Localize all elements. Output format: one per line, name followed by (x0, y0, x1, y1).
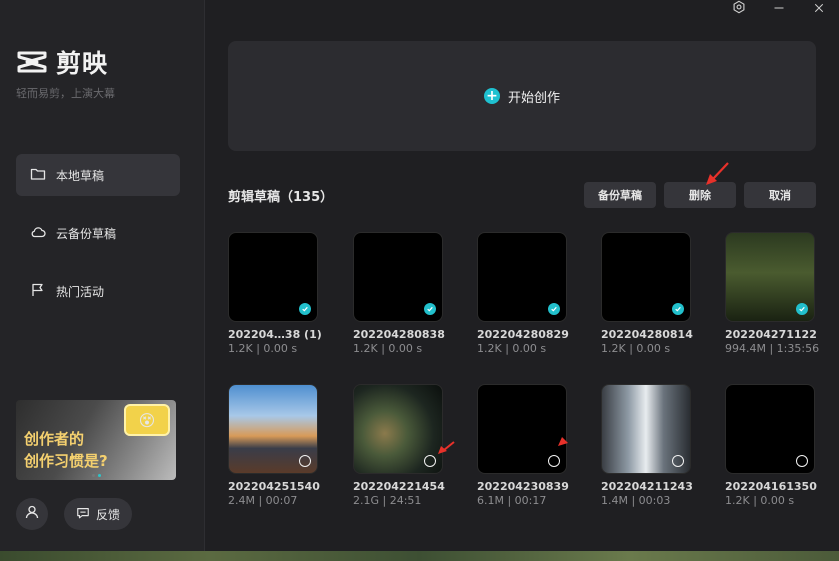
cloud-icon (30, 224, 46, 243)
draft-thumbnail[interactable] (725, 232, 815, 322)
draft-meta: 994.4M | 1:35:56 (725, 342, 820, 355)
banner-dot-active (98, 474, 101, 477)
banner-line-1: 创作者的 (24, 430, 85, 448)
draft-meta: 6.1M | 00:17 (477, 494, 547, 507)
window-controls (719, 0, 839, 16)
app-name: 剪映 (56, 49, 109, 78)
draft-thumbnail[interactable] (601, 384, 691, 474)
draft-thumbnail[interactable] (477, 384, 567, 474)
draft-thumbnail[interactable] (228, 232, 318, 322)
emoji-bubble-icon: 😵 (124, 404, 170, 436)
banner-dot (104, 474, 107, 477)
settings-icon (732, 0, 746, 18)
draft-meta: 1.2K | 0.00 s (725, 494, 795, 507)
promo-banner[interactable]: 创作者的 创作习惯是? 😵 (16, 400, 176, 480)
checkmark-icon[interactable] (796, 303, 808, 315)
draft-name: 202204271122 (725, 328, 817, 341)
draft-thumbnail[interactable] (228, 384, 318, 474)
draft-name: 202204230839 (477, 480, 569, 493)
sidebar-item-label: 热门活动 (56, 284, 105, 299)
draft-card[interactable]: 202204211243 1.4M | 00:03 (601, 384, 693, 507)
feedback-label: 反馈 (95, 507, 120, 522)
app-logo: 剪映 (16, 44, 108, 80)
draft-card[interactable]: 202204…38 (1) 1.2K | 0.00 s (228, 232, 322, 355)
draft-card[interactable]: 202204280838 1.2K | 0.00 s (353, 232, 445, 355)
red-arrow-annotation-icon (438, 441, 455, 454)
draft-meta: 1.2K | 0.00 s (228, 342, 298, 355)
draft-name: 202204161350 (725, 480, 817, 493)
sidebar-nav: 本地草稿 云备份草稿 热门活动 (16, 154, 180, 328)
draft-name: 202204280814 (601, 328, 693, 341)
folder-icon (30, 166, 46, 185)
desktop-background-strip (0, 551, 839, 561)
select-circle-icon[interactable] (796, 455, 808, 467)
close-window-button[interactable] (799, 0, 839, 16)
checkmark-icon[interactable] (548, 303, 560, 315)
draft-meta: 1.2K | 0.00 s (477, 342, 547, 355)
drafts-section-title: 剪辑草稿（135） (228, 190, 334, 205)
flag-icon (30, 282, 46, 301)
checkmark-icon[interactable] (424, 303, 436, 315)
minimize-button[interactable] (759, 0, 799, 16)
sidebar-item-hot-events[interactable]: 热门活动 (16, 270, 180, 312)
draft-card[interactable]: 202204280814 1.2K | 0.00 s (601, 232, 693, 355)
start-creating-button[interactable]: + 开始创作 (228, 41, 816, 151)
checkmark-icon[interactable] (299, 303, 311, 315)
banner-pagination (92, 474, 107, 477)
draft-name: 202204251540 (228, 480, 320, 493)
draft-thumbnail[interactable] (353, 232, 443, 322)
select-circle-icon[interactable] (548, 455, 560, 467)
message-icon (76, 506, 90, 523)
feedback-button[interactable]: 反馈 (64, 498, 132, 530)
user-icon (24, 504, 40, 524)
draft-thumbnail[interactable] (725, 384, 815, 474)
plus-icon: + (483, 88, 500, 104)
red-arrow-annotation-icon (706, 162, 729, 185)
banner-text: 创作者的 创作习惯是? (24, 428, 108, 472)
draft-card[interactable]: 202204221454 2.1G | 24:51 (353, 384, 445, 507)
draft-meta: 1.2K | 0.00 s (601, 342, 671, 355)
draft-card[interactable]: 202204251540 2.4M | 00:07 (228, 384, 320, 507)
draft-card[interactable]: 202204271122 994.4M | 1:35:56 (725, 232, 820, 355)
draft-card[interactable]: 202204161350 1.2K | 0.00 s (725, 384, 817, 507)
draft-meta: 2.4M | 00:07 (228, 494, 298, 507)
draft-name: 202204280838 (353, 328, 445, 341)
cancel-button[interactable]: 取消 (744, 182, 816, 208)
draft-thumbnail[interactable] (601, 232, 691, 322)
sidebar-item-cloud-drafts[interactable]: 云备份草稿 (16, 212, 180, 254)
app-slogan: 轻而易剪，上演大幕 (16, 87, 115, 100)
draft-name: 202204…38 (1) (228, 328, 322, 341)
draft-meta: 1.2K | 0.00 s (353, 342, 423, 355)
select-circle-icon[interactable] (672, 455, 684, 467)
sidebar-item-local-drafts[interactable]: 本地草稿 (16, 154, 180, 196)
sidebar: 剪映 轻而易剪，上演大幕 本地草稿 云备份草稿 热门活动 创作者的 创作习惯是? (0, 0, 205, 561)
sidebar-item-label: 本地草稿 (56, 168, 105, 183)
close-icon (813, 0, 825, 18)
select-circle-icon[interactable] (299, 455, 311, 467)
avatar-button[interactable] (16, 498, 48, 530)
draft-meta: 2.1G | 24:51 (353, 494, 422, 507)
draft-name: 202204221454 (353, 480, 445, 493)
settings-button[interactable] (719, 0, 759, 16)
red-arrow-annotation-icon (558, 437, 568, 446)
banner-line-2: 创作习惯是? (24, 452, 108, 470)
draft-thumbnail[interactable] (477, 232, 567, 322)
draft-name: 202204280829 (477, 328, 569, 341)
banner-dot (92, 474, 95, 477)
draft-card[interactable]: 202204280829 1.2K | 0.00 s (477, 232, 569, 355)
select-circle-icon[interactable] (424, 455, 436, 467)
draft-name: 202204211243 (601, 480, 693, 493)
capcut-logo-icon (16, 49, 48, 75)
sidebar-item-label: 云备份草稿 (56, 226, 117, 241)
checkmark-icon[interactable] (672, 303, 684, 315)
start-creating-label: 开始创作 (507, 90, 560, 106)
backup-drafts-button[interactable]: 备份草稿 (584, 182, 656, 208)
draft-meta: 1.4M | 00:03 (601, 494, 671, 507)
minimize-icon (773, 0, 785, 18)
draft-thumbnail[interactable] (353, 384, 443, 474)
